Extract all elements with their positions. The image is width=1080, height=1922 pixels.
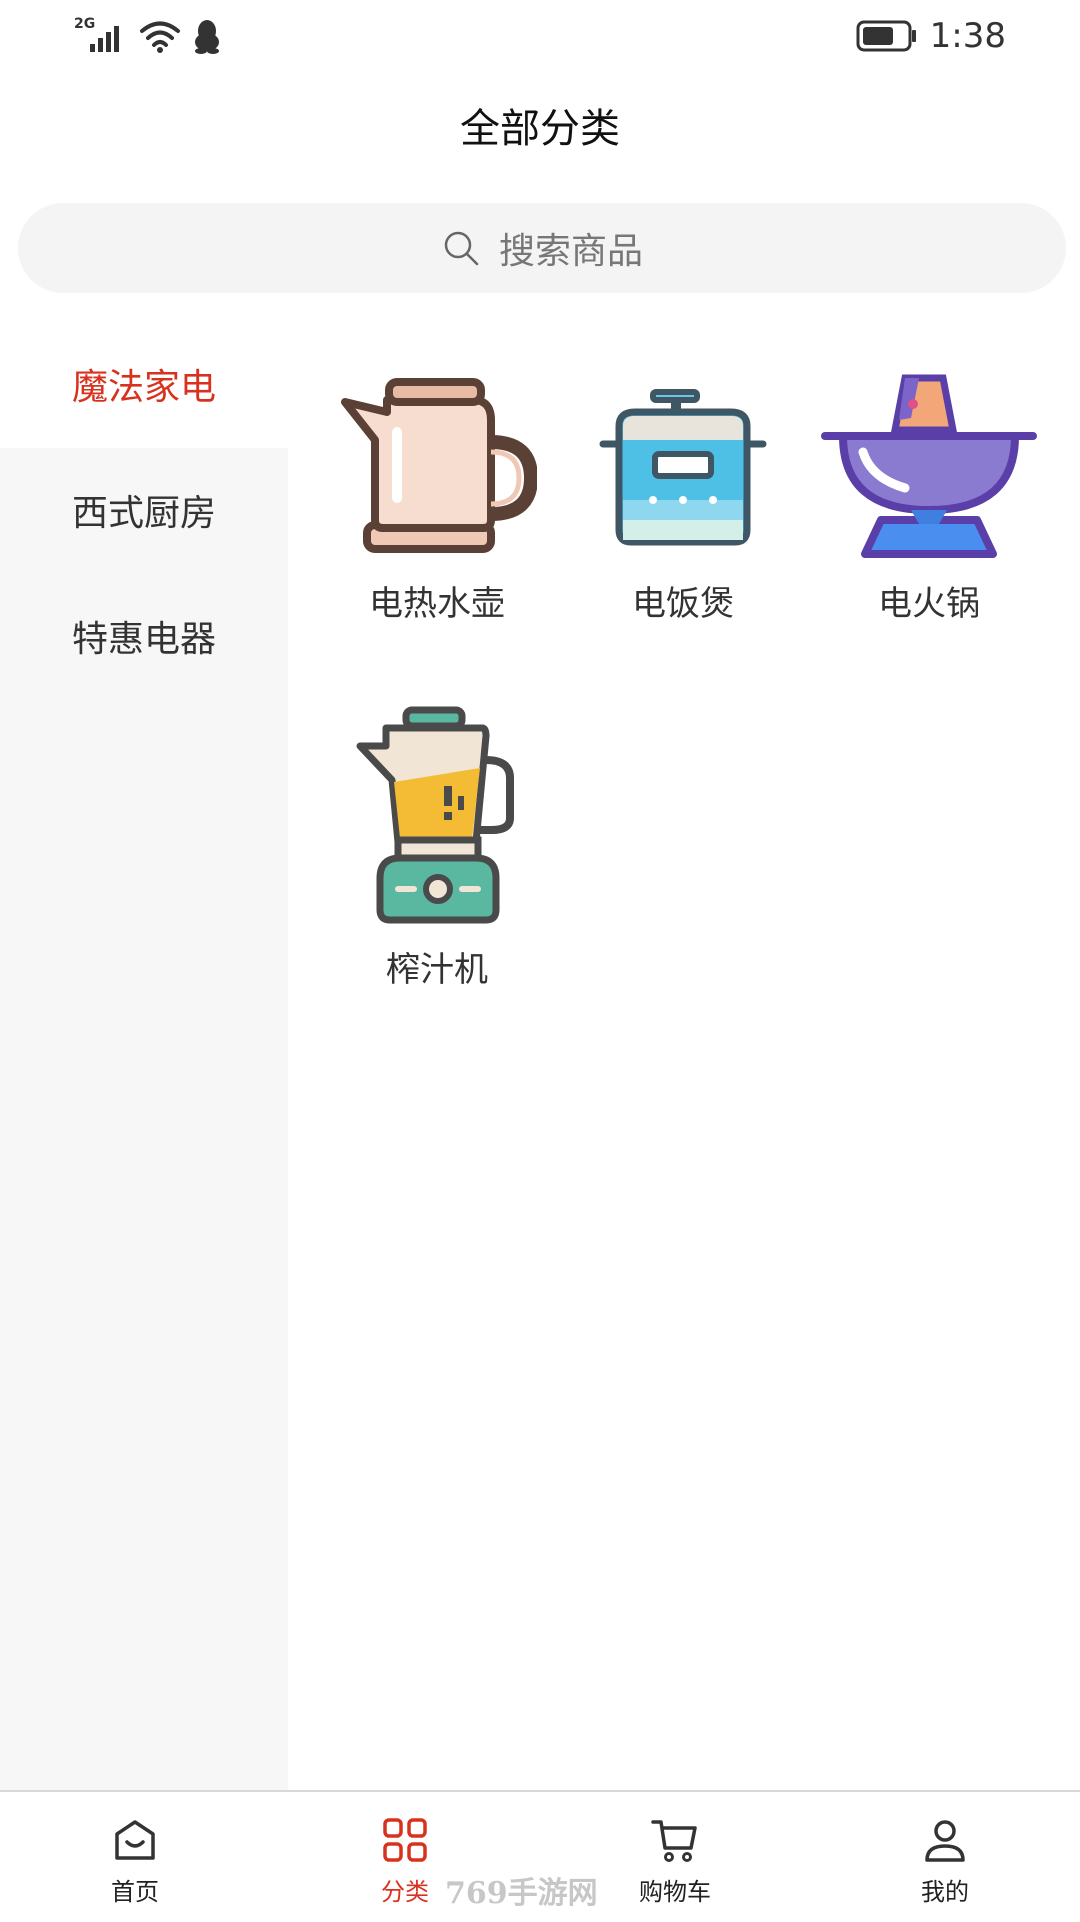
watermark: 769手游网 — [445, 1876, 598, 1911]
tab-label: 购物车 — [639, 1878, 711, 1906]
category-grid-icon — [383, 1818, 427, 1862]
status-left: 2G — [74, 14, 222, 58]
status-bar: 2G 1:38 — [0, 0, 1080, 72]
qq-icon — [195, 20, 219, 54]
category-label: 电饭煲 — [632, 584, 734, 624]
search-icon — [444, 231, 479, 266]
battery-icon — [856, 20, 916, 52]
category-kettle[interactable]: 电热水壶 — [314, 370, 560, 625]
tab-label: 我的 — [921, 1878, 969, 1906]
category-rice-cooker[interactable]: 电饭煲 — [560, 370, 806, 625]
category-label: 电火锅 — [878, 584, 980, 624]
tab-label: 分类 — [381, 1878, 429, 1906]
clock: 1:38 — [929, 16, 1006, 56]
sidebar-item-label: 特惠电器 — [71, 619, 216, 660]
tab-label: 首页 — [111, 1878, 159, 1906]
category-label: 电热水壶 — [369, 584, 505, 624]
tab-home[interactable]: 首页 — [0, 1792, 270, 1922]
home-icon — [115, 1820, 155, 1860]
sidebar-item-label: 魔法家电 — [71, 367, 216, 408]
juicer-icon — [356, 706, 514, 924]
category-sidebar: 魔法家电 西式厨房 特惠电器 — [0, 320, 288, 1790]
hotpot-icon — [821, 374, 1037, 558]
cart-icon — [651, 1820, 697, 1862]
search-bar[interactable]: 搜索商品 — [18, 203, 1066, 293]
wifi-icon — [140, 21, 180, 53]
sidebar-item-western-kitchen[interactable]: 西式厨房 — [0, 446, 288, 574]
category-hotpot[interactable]: 电火锅 — [806, 370, 1052, 625]
status-right: 1:38 — [856, 14, 1006, 58]
category-label: 榨汁机 — [386, 950, 488, 990]
signal-icon: 2G — [74, 16, 128, 56]
rice-cooker-icon — [599, 389, 767, 546]
page-title: 全部分类 — [460, 106, 620, 152]
sidebar-item-label: 西式厨房 — [71, 493, 216, 534]
category-juicer[interactable]: 榨汁机 — [314, 706, 560, 991]
sidebar-item-special-offers[interactable]: 特惠电器 — [0, 572, 288, 700]
search-placeholder: 搜索商品 — [498, 231, 643, 272]
kettle-icon — [341, 378, 537, 553]
user-icon — [925, 1820, 965, 1862]
sidebar-item-magic-appliances[interactable]: 魔法家电 — [0, 320, 288, 448]
tab-mine[interactable]: 我的 — [810, 1792, 1080, 1922]
